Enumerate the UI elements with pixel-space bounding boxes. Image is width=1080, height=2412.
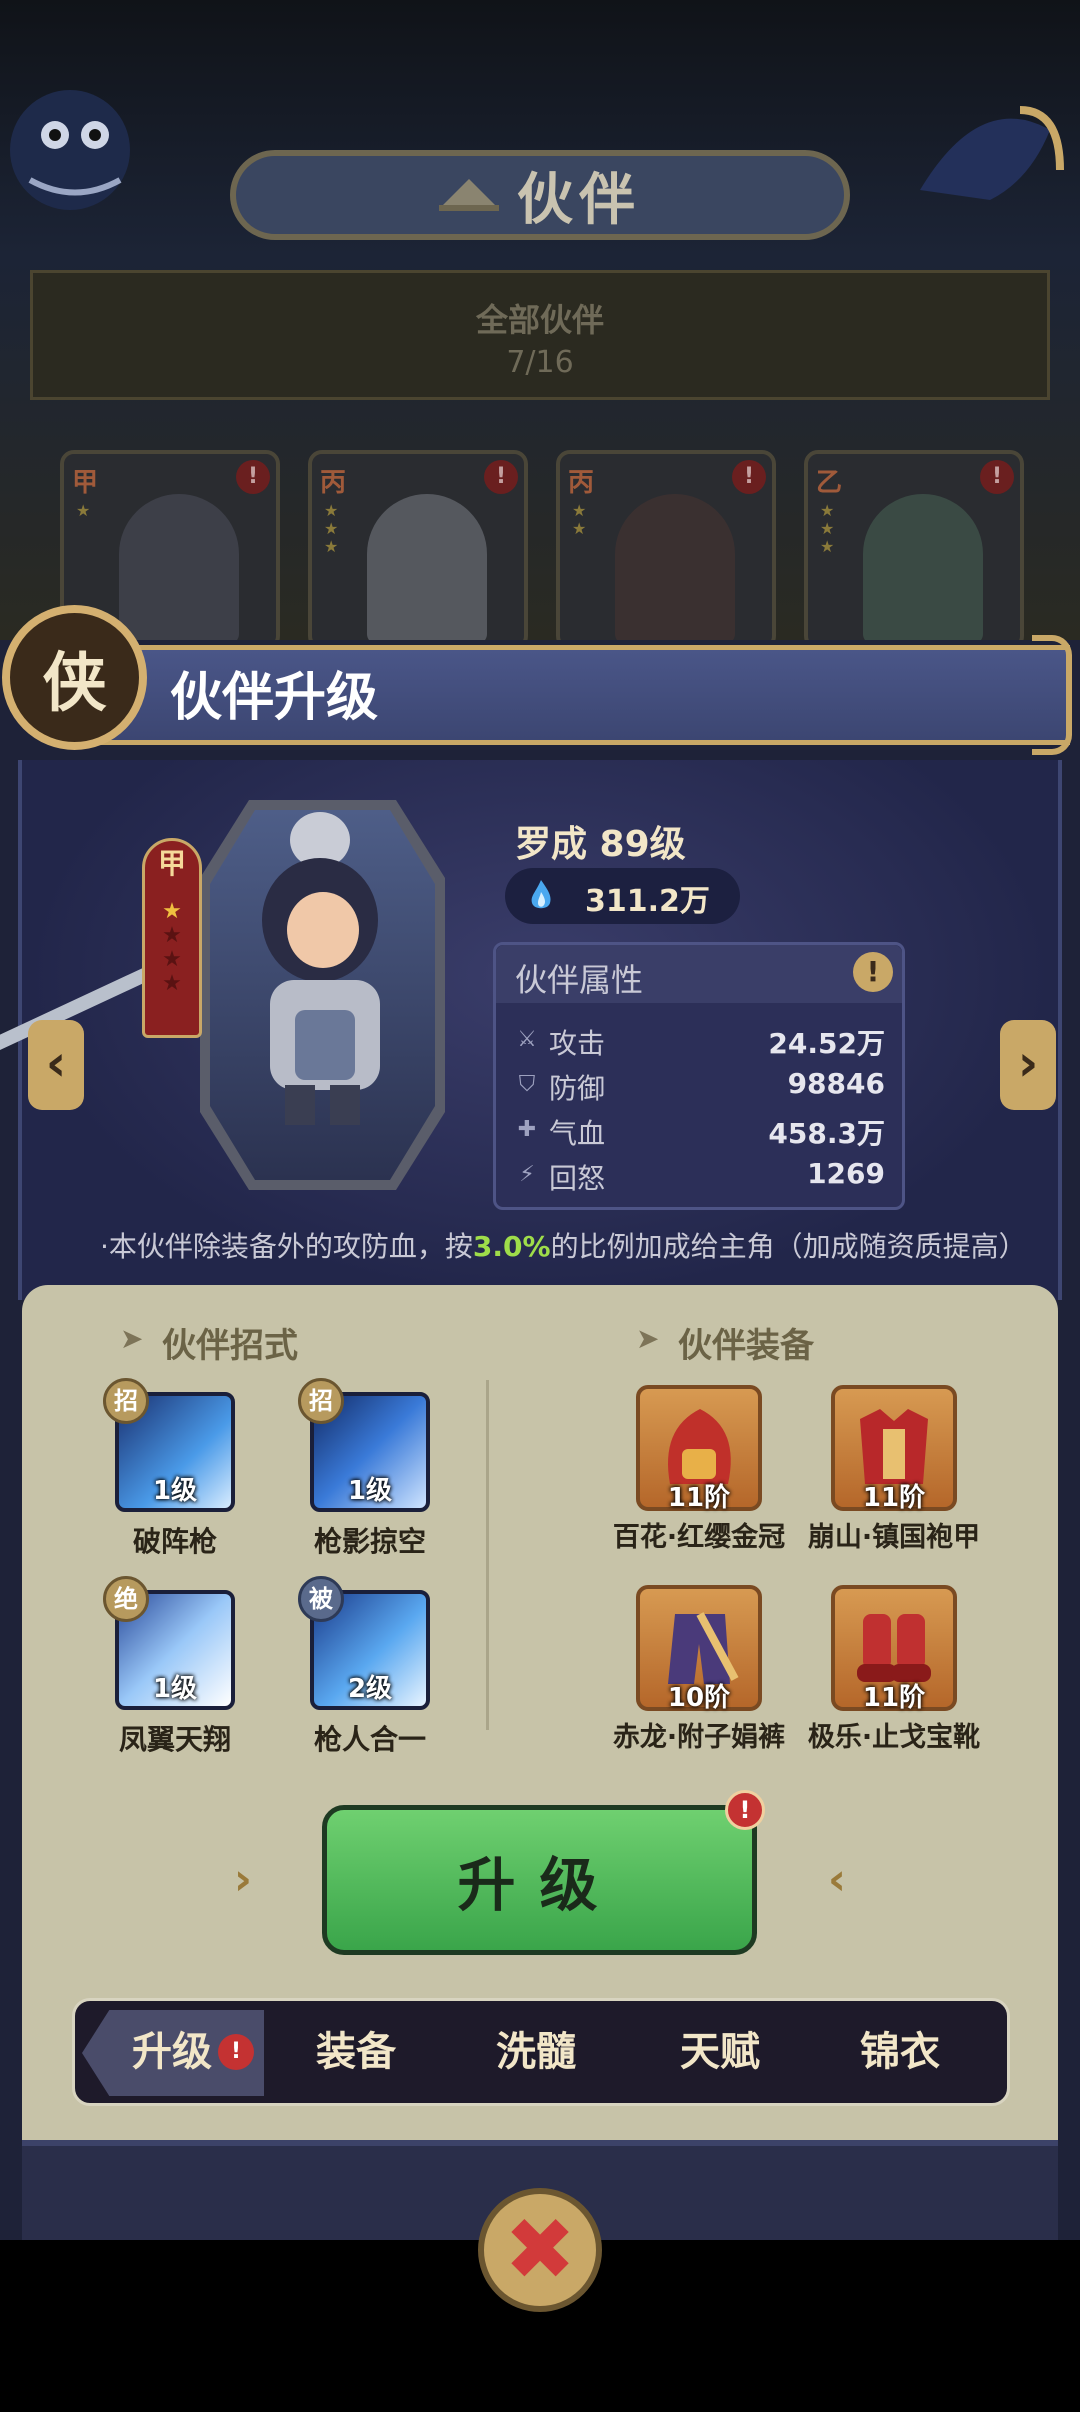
skill-type-tag: 绝 — [103, 1576, 149, 1622]
close-icon: ✖ — [503, 2200, 577, 2300]
attribute-row-hp: ✚ 气血 458.3万 — [515, 1112, 885, 1152]
attribute-label: 防御 — [549, 1072, 606, 1105]
alert-icon: ! — [484, 460, 518, 494]
dragon-right-decoration — [900, 70, 1070, 230]
bonus-suffix: 的比例加成给主角（加成随资质提高） — [550, 1230, 1027, 1263]
hero-stars: ★ ★ ★ ★ — [162, 899, 182, 996]
bonus-percent: 3.0% — [472, 1230, 551, 1263]
skill-type-tag: 招 — [298, 1378, 344, 1424]
bonus-description: ·本伙伴除装备外的攻防血，按3.0%的比例加成给主角（加成随资质提高） — [100, 1225, 1027, 1265]
page-title-banner: 伙伴 — [230, 150, 850, 240]
hero-portrait — [262, 812, 380, 1125]
partner-portrait — [863, 494, 983, 644]
equipment-tier: 11阶 — [862, 1483, 926, 1513]
alert-icon: ! — [980, 460, 1014, 494]
partner-card[interactable]: 丙 ★ ★ ! — [556, 450, 776, 650]
attribute-label: 气血 — [549, 1117, 606, 1150]
dragon-left-decoration — [0, 60, 170, 220]
tab-talent[interactable]: 天赋 — [630, 2002, 810, 2102]
hero-class-label: 侠 — [42, 646, 107, 721]
previous-partner-button[interactable]: ‹ — [28, 1020, 84, 1110]
equipment-section-title: 伙伴装备 — [678, 1326, 814, 1366]
chevron-left-icon: ‹ — [827, 1854, 847, 1905]
skill-level: 1级 — [152, 1674, 198, 1704]
tab-marrow[interactable]: 洗髓 — [446, 2002, 626, 2102]
alert-icon: ! — [218, 2034, 254, 2070]
attributes-title: 伙伴属性 — [515, 961, 644, 999]
partner-card-stars: ★ — [76, 501, 91, 520]
partner-card-stars: ★ ★ ★ — [820, 501, 835, 556]
partner-portrait — [367, 494, 487, 644]
attribute-row-attack: ⚔ 攻击 24.52万 — [515, 1022, 885, 1062]
skill-level: 2级 — [347, 1674, 393, 1704]
hp-icon: ✚ — [517, 1117, 537, 1142]
equipment-name: 百花·红缨金冠 — [612, 1522, 786, 1553]
skill-name: 枪人合一 — [313, 1723, 426, 1756]
equipment-name: 崩山·镇国袍甲 — [807, 1522, 981, 1553]
equipment-name: 赤龙·附子娟裤 — [612, 1722, 786, 1753]
info-icon[interactable]: ! — [853, 952, 893, 992]
partner-card[interactable]: 乙 ★ ★ ★ ! — [804, 450, 1024, 650]
alert-icon: ! — [732, 460, 766, 494]
next-partner-button[interactable]: › — [1000, 1020, 1056, 1110]
skill-name: 凤翼天翔 — [118, 1723, 231, 1756]
skills-section-title: 伙伴招式 — [162, 1326, 298, 1366]
flame-icon — [531, 880, 551, 909]
rage-icon: ⚡ — [519, 1162, 535, 1187]
attack-icon: ⚔ — [517, 1027, 537, 1052]
attribute-label: 攻击 — [549, 1027, 606, 1060]
attribute-value: 1269 — [807, 1157, 885, 1190]
upgrade-button[interactable]: 升级 — [322, 1805, 757, 1955]
hero-grade: 甲 — [157, 847, 186, 880]
partner-portrait — [615, 494, 735, 644]
equipment-tier: 11阶 — [862, 1683, 926, 1713]
page-title: 伙伴 — [517, 167, 641, 233]
all-partners-label: 全部伙伴 — [475, 301, 604, 339]
alert-icon: ! — [236, 460, 270, 494]
section-divider — [486, 1380, 489, 1730]
tab-equipment[interactable]: 装备 — [266, 2002, 446, 2102]
partner-card[interactable]: 丙 ★ ★ ★ ! — [308, 450, 528, 650]
equipment-tier: 11阶 — [667, 1483, 731, 1513]
attribute-row-rage: ⚡ 回怒 1269 — [515, 1157, 885, 1197]
upgrade-button-label: 升级 — [457, 1851, 622, 1919]
skill-name: 枪影掠空 — [313, 1525, 426, 1558]
attribute-value: 98846 — [787, 1067, 885, 1100]
skill-type-tag: 招 — [103, 1378, 149, 1424]
partner-card-grade: 丙 — [568, 468, 595, 498]
section-mark-icon: ➤ — [120, 1322, 144, 1355]
partner-card-stars: ★ ★ — [572, 501, 587, 538]
attribute-label: 回怒 — [549, 1162, 606, 1195]
section-mark-icon: ➤ — [636, 1322, 660, 1355]
bonus-prefix: ·本伙伴除装备外的攻防血，按 — [100, 1230, 473, 1263]
hero-class-badge: 侠 — [2, 605, 147, 750]
alert-icon: ! — [725, 1790, 765, 1830]
tab-costume[interactable]: 锦衣 — [810, 2002, 990, 2102]
equipment-name: 极乐·止戈宝靴 — [807, 1722, 981, 1753]
straw-hat-icon — [439, 179, 499, 211]
skill-level: 1级 — [152, 1476, 198, 1506]
all-partners-count: 7/16 — [506, 345, 574, 380]
skill-name: 破阵枪 — [132, 1525, 217, 1558]
partner-portrait — [119, 494, 239, 644]
close-button[interactable]: ✖ — [478, 2188, 602, 2312]
partner-card-grade: 甲 — [72, 468, 99, 498]
equipment-tier: 10阶 — [667, 1683, 731, 1713]
skill-level: 1级 — [347, 1476, 393, 1506]
partner-card-stars: ★ ★ ★ — [324, 501, 339, 556]
hero-name-level: 罗成 89级 — [515, 824, 686, 865]
chevron-right-icon: › — [233, 1854, 253, 1905]
attribute-value: 24.52万 — [768, 1027, 885, 1060]
attribute-value: 458.3万 — [768, 1117, 885, 1150]
partner-card-grade: 丙 — [320, 468, 347, 498]
defense-icon: ⛉ — [518, 1072, 536, 1097]
power-value: 311.2万 — [585, 884, 710, 919]
panel-title: 伙伴升级 — [170, 668, 379, 728]
attribute-row-defense: ⛉ 防御 98846 — [515, 1067, 885, 1107]
skill-type-tag: 被 — [298, 1576, 344, 1622]
partner-card-grade: 乙 — [816, 468, 843, 498]
corner-ornament — [1032, 635, 1072, 755]
